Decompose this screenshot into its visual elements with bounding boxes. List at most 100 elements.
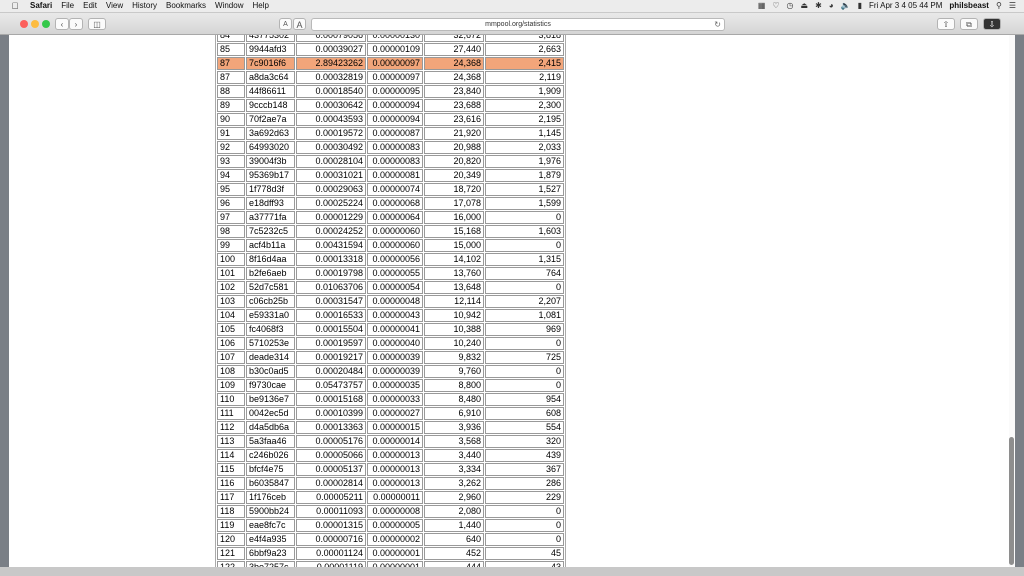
status-area: ▦ ♡ ◷ ⏏ ✱ ◕ 🔈 ▮ Fri Apr 3 4 05 44 PM phi…: [758, 0, 1016, 12]
table-cell: 120: [217, 533, 245, 546]
heart-icon[interactable]: ♡: [772, 0, 779, 12]
table-cell: 0.00005137: [296, 463, 366, 476]
table-cell: 100: [217, 253, 245, 266]
minimize-button[interactable]: [31, 20, 39, 28]
table-cell: 286: [485, 477, 564, 490]
font-larger-button[interactable]: A: [293, 18, 306, 30]
table-row: 84 43775302 0.00079056 0.00000130 32,672 3,81…: [217, 35, 564, 42]
table-cell: 367: [485, 463, 564, 476]
table-cell: 92: [217, 141, 245, 154]
tabs-button[interactable]: ⧉: [960, 18, 978, 30]
table-cell: 439: [485, 449, 564, 462]
time-machine-icon[interactable]: ◷: [787, 0, 794, 12]
grid-icon[interactable]: ▦: [758, 0, 766, 12]
table-row: 93 39004f3b 0.00028104 0.00000083 20,820 1,97…: [217, 155, 564, 168]
table-cell: 0.00000039: [367, 351, 423, 364]
table-cell: 0.00019798: [296, 267, 366, 280]
user-name[interactable]: philsbeast: [949, 0, 989, 12]
table-cell: 2,033: [485, 141, 564, 154]
table-cell: 2,195: [485, 113, 564, 126]
forward-button[interactable]: ›: [69, 18, 83, 30]
battery-icon[interactable]: ▮: [858, 0, 862, 12]
scrollbar-thumb[interactable]: [1009, 437, 1014, 565]
table-cell: 1,879: [485, 169, 564, 182]
menu-edit[interactable]: Edit: [83, 0, 97, 12]
table-cell: 0.00005066: [296, 449, 366, 462]
table-row: 117 1f176ceb 0.00005211 0.00000011 2,960 229: [217, 491, 564, 504]
table-cell: 0.00005211: [296, 491, 366, 504]
downloads-button[interactable]: ⇩: [983, 18, 1001, 30]
table-row: 99 acf4b11a 0.00431594 0.00000060 15,000 0: [217, 239, 564, 252]
table-cell: 0.00011093: [296, 505, 366, 518]
table-cell: 0.00000130: [367, 35, 423, 42]
menu-bookmarks[interactable]: Bookmarks: [166, 0, 206, 12]
table-cell: 3,440: [424, 449, 484, 462]
url-text: mmpool.org/statistics: [485, 21, 551, 28]
table-cell: 20,820: [424, 155, 484, 168]
notification-icon[interactable]: ☰: [1009, 0, 1016, 12]
table-cell: 0.00000008: [367, 505, 423, 518]
table-row: 113 5a3faa46 0.00005176 0.00000014 3,568 320: [217, 435, 564, 448]
address-bar[interactable]: mmpool.org/statistics ↻: [311, 18, 725, 31]
table-cell: 108: [217, 365, 245, 378]
table-cell: b2fe6aeb: [246, 267, 295, 280]
table-cell: 0.00000013: [367, 463, 423, 476]
table-cell: 1,527: [485, 183, 564, 196]
table-cell: 105: [217, 323, 245, 336]
table-cell: be9136e7: [246, 393, 295, 406]
scrollbar[interactable]: [1009, 35, 1015, 567]
share-button[interactable]: ⇧: [937, 18, 955, 30]
table-cell: 95369b17: [246, 169, 295, 182]
table-cell: 0.00000056: [367, 253, 423, 266]
close-button[interactable]: [20, 20, 28, 28]
table-cell: 9cccb148: [246, 99, 295, 112]
table-cell: 14,102: [424, 253, 484, 266]
table-cell: 0.00000081: [367, 169, 423, 182]
menu-window[interactable]: Window: [215, 0, 243, 12]
table-row: 90 70f2ae7a 0.00043593 0.00000094 23,616 2,19…: [217, 113, 564, 126]
table-cell: 115: [217, 463, 245, 476]
table-cell: deade314: [246, 351, 295, 364]
table-cell: 3,262: [424, 477, 484, 490]
table-row: 107 deade314 0.00019217 0.00000039 9,832 725: [217, 351, 564, 364]
menu-help[interactable]: Help: [252, 0, 268, 12]
table-cell: a8da3c64: [246, 71, 295, 84]
table-row: 87 a8da3c64 0.00032819 0.00000097 24,368 2,11…: [217, 71, 564, 84]
table-cell: 229: [485, 491, 564, 504]
table-cell: 0.00030492: [296, 141, 366, 154]
wifi-icon[interactable]: ◕: [829, 0, 834, 12]
reload-icon[interactable]: ↻: [714, 19, 721, 30]
table-cell: 107: [217, 351, 245, 364]
search-icon[interactable]: ⚲: [996, 0, 1002, 12]
table-cell: 0.00001124: [296, 547, 366, 560]
table-cell: 0.00000055: [367, 267, 423, 280]
table-cell: bfcf4e75: [246, 463, 295, 476]
volume-icon[interactable]: 🔈: [841, 0, 851, 12]
table-cell: 0.00000027: [367, 407, 423, 420]
table-cell: 116: [217, 477, 245, 490]
table-cell: 102: [217, 281, 245, 294]
table-cell: 99: [217, 239, 245, 252]
table-row: 96 e18dff93 0.00025224 0.00000068 17,078 1,59…: [217, 197, 564, 210]
sidebar-button[interactable]: ◫: [88, 18, 106, 30]
table-cell: 0.00000083: [367, 155, 423, 168]
table-cell: 0.00000001: [367, 547, 423, 560]
font-smaller-button[interactable]: A: [279, 18, 292, 30]
table-row: 101 b2fe6aeb 0.00019798 0.00000055 13,760 764: [217, 267, 564, 280]
table-cell: 88: [217, 85, 245, 98]
clock[interactable]: Fri Apr 3 4 05 44 PM: [869, 0, 942, 12]
table-cell: b6035847: [246, 477, 295, 490]
table-cell: 10,942: [424, 309, 484, 322]
table-cell: 84: [217, 35, 245, 42]
menu-file[interactable]: File: [61, 0, 74, 12]
apple-icon[interactable]: : [8, 0, 22, 12]
menu-history[interactable]: History: [132, 0, 157, 12]
menu-view[interactable]: View: [106, 0, 123, 12]
menu-app[interactable]: Safari: [30, 0, 52, 12]
eject-icon[interactable]: ⏏: [801, 0, 809, 12]
table-cell: 0: [485, 379, 564, 392]
back-button[interactable]: ‹: [55, 18, 69, 30]
zoom-button[interactable]: [42, 20, 50, 28]
table-cell: f9730cae: [246, 379, 295, 392]
bluetooth-icon[interactable]: ✱: [815, 0, 822, 12]
